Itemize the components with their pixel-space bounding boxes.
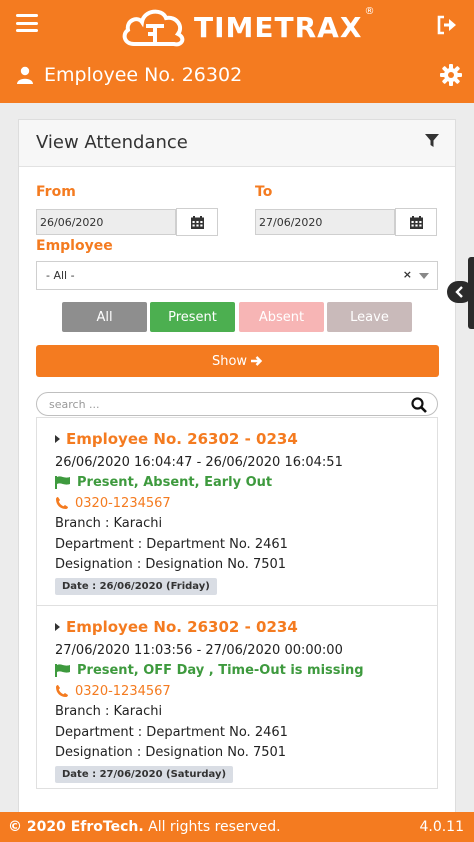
list-item[interactable]: Employee No. 26302 - 0234 26/06/2020 16:… <box>37 418 437 604</box>
from-date-group <box>36 208 218 236</box>
attendance-list: Employee No. 26302 - 0234 26/06/2020 16:… <box>36 417 438 789</box>
side-drawer-toggle[interactable] <box>447 281 473 303</box>
employee-label: Employee <box>36 238 113 254</box>
filter-all-button[interactable]: All <box>62 302 147 332</box>
record-title: Employee No. 26302 - 0234 <box>55 430 298 448</box>
filter-absent-button[interactable]: Absent <box>239 302 324 332</box>
calendar-icon <box>190 215 204 229</box>
record-department: Department : Department No. 2461 <box>55 537 288 552</box>
from-label: From <box>36 184 76 200</box>
employee-select[interactable]: - All - × <box>36 261 438 290</box>
filter-icon[interactable] <box>425 134 439 148</box>
flag-icon <box>55 664 70 677</box>
app-version: 4.0.11 <box>419 819 464 835</box>
record-designation: Designation : Designation No. 7501 <box>55 745 287 760</box>
gear-icon[interactable] <box>440 64 462 86</box>
record-time-range: 27/06/2020 11:03:56 - 27/06/2020 00:00:0… <box>55 643 343 658</box>
user-title: Employee No. 26302 <box>44 64 243 86</box>
clear-selection-icon[interactable]: × <box>403 268 412 281</box>
footer-copyright: © 2020 EfroTech. All rights reserved. <box>8 819 281 835</box>
arrow-right-icon <box>251 356 263 366</box>
app-footer: © 2020 EfroTech. All rights reserved. 4.… <box>0 812 474 842</box>
user-icon <box>17 66 33 84</box>
record-status: Present, Absent, Early Out <box>55 475 272 490</box>
app-logo: TIMETRAX ® <box>120 4 374 50</box>
from-calendar-button[interactable] <box>176 208 218 236</box>
user-line: Employee No. 26302 <box>16 64 242 86</box>
record-status: Present, OFF Day , Time-Out is missing <box>55 663 364 678</box>
to-date-input[interactable] <box>255 209 395 235</box>
record-designation: Designation : Designation No. 7501 <box>55 557 287 572</box>
to-date-group <box>255 208 437 236</box>
list-item[interactable]: Employee No. 26302 - 0234 27/06/2020 11:… <box>37 605 437 788</box>
caret-right-icon <box>55 623 60 631</box>
filter-present-button[interactable]: Present <box>150 302 235 332</box>
search-icon[interactable] <box>411 397 427 413</box>
record-department: Department : Department No. 2461 <box>55 725 288 740</box>
panel-header: View Attendance <box>19 120 455 167</box>
record-phone[interactable]: 0320-1234567 <box>55 496 171 511</box>
show-button-label: Show <box>211 353 248 369</box>
search-box <box>36 392 438 416</box>
caret-right-icon <box>55 435 60 443</box>
record-date-badge: Date : 27/06/2020 (Saturday) <box>55 766 234 783</box>
record-title: Employee No. 26302 - 0234 <box>55 618 298 636</box>
logout-icon[interactable] <box>436 14 458 36</box>
attendance-panel: View Attendance From To 26/06/2020 27/06… <box>18 119 456 819</box>
phone-icon <box>56 497 68 509</box>
app-header: TIMETRAX ® Employee No. 26302 <box>0 0 474 103</box>
record-branch: Branch : Karachi <box>55 704 163 719</box>
chevron-left-icon <box>455 286 463 298</box>
menu-icon[interactable] <box>16 14 38 32</box>
registered-mark: ® <box>364 6 375 17</box>
record-date-badge: Date : 26/06/2020 (Friday) <box>55 578 217 595</box>
cloud-logo-icon <box>122 9 185 47</box>
to-label: To <box>255 184 273 200</box>
panel-title: View Attendance <box>36 132 188 153</box>
from-date-input[interactable] <box>36 209 176 235</box>
calendar-icon <box>409 215 423 229</box>
filter-leave-button[interactable]: Leave <box>327 302 412 332</box>
record-time-range: 26/06/2020 16:04:47 - 26/06/2020 16:04:5… <box>55 455 343 470</box>
logo-text: TIMETRAX <box>194 10 363 44</box>
search-input[interactable] <box>49 396 389 412</box>
flag-icon <box>55 476 70 489</box>
employee-select-value: - All - <box>46 269 75 282</box>
side-drawer-handle[interactable] <box>446 257 474 329</box>
phone-icon <box>56 685 68 697</box>
show-button[interactable]: Show <box>36 345 439 377</box>
record-phone[interactable]: 0320-1234567 <box>55 684 171 699</box>
record-branch: Branch : Karachi <box>55 516 163 531</box>
to-calendar-button[interactable] <box>395 208 437 236</box>
chevron-down-icon <box>419 273 429 279</box>
